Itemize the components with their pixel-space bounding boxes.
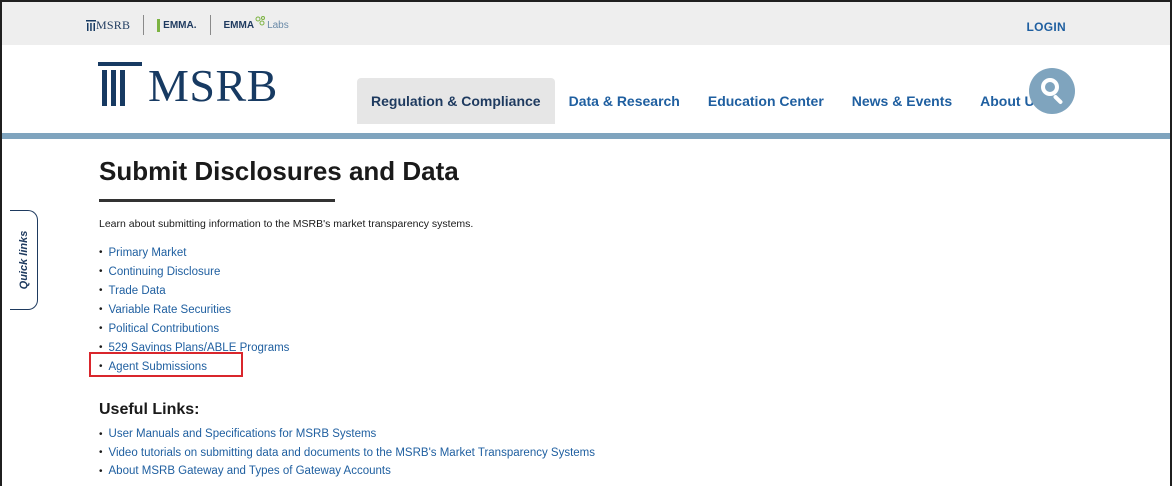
msrb-columns-icon (86, 19, 96, 31)
emma-logo[interactable]: EMMA. (157, 18, 197, 32)
list-item: • Primary Market (99, 243, 289, 262)
list-item: • Continuing Disclosure (99, 262, 289, 281)
utility-divider (209, 15, 211, 35)
bullet: • (99, 428, 103, 440)
msrb-logo-text: MSRB (148, 60, 278, 111)
list-item: • User Manuals and Specifications for MSR… (99, 425, 595, 444)
header-divider (2, 133, 1170, 139)
search-icon-handle (1052, 94, 1064, 105)
link-gateway-accounts[interactable]: About MSRB Gateway and Types of Gateway … (109, 465, 391, 477)
list-item: • Variable Rate Securities (99, 300, 289, 319)
browser-viewport: MSRB EMMA. EMMA Labs LOGIN MSRB Regulati… (0, 0, 1172, 486)
useful-links-heading: Useful Links: (99, 401, 200, 418)
nav-education-center[interactable]: Education Center (694, 78, 838, 124)
msrb-columns-logo-icon (98, 62, 142, 106)
link-video-tutorials[interactable]: Video tutorials on submitting data and d… (109, 447, 596, 459)
emma-bar-icon (157, 18, 161, 32)
bullet: • (99, 304, 103, 315)
intro-text: Learn about submitting information to th… (99, 218, 474, 230)
list-item: • Trade Data (99, 281, 289, 300)
link-user-manuals[interactable]: User Manuals and Specifications for MSRB… (109, 428, 377, 440)
list-item: • About MSRB Gateway and Types of Gateway… (99, 462, 595, 481)
quick-links-label: Quick links (17, 230, 30, 290)
login-link[interactable]: LOGIN (1027, 20, 1067, 34)
quick-links-tab[interactable]: Quick links (10, 210, 38, 310)
title-underline (99, 199, 335, 202)
main-nav: Regulation & Compliance Data & Research … (357, 78, 1056, 124)
emma-labs-logo-text: EMMA (223, 19, 255, 31)
nav-news-events[interactable]: News & Events (838, 78, 966, 124)
site-header: MSRB Regulation & Compliance Data & Rese… (2, 45, 1170, 133)
utility-divider (143, 15, 145, 35)
emma-labs-logo[interactable]: EMMA Labs (223, 16, 289, 31)
search-icon (1041, 78, 1059, 96)
bullet: • (99, 323, 103, 334)
nav-data-research[interactable]: Data & Research (555, 78, 694, 124)
utility-logos: MSRB EMMA. EMMA Labs (86, 15, 289, 35)
bullet: • (99, 247, 103, 258)
emma-logo-text: EMMA. (163, 19, 197, 31)
msrb-logo[interactable]: MSRB (98, 60, 278, 111)
link-political-contributions[interactable]: Political Contributions (109, 323, 220, 335)
msrb-small-logo-text: MSRB (96, 17, 131, 32)
nav-regulation-compliance[interactable]: Regulation & Compliance (357, 78, 555, 124)
msrb-small-logo[interactable]: MSRB (86, 18, 130, 33)
bullet: • (99, 285, 103, 296)
bullet: • (99, 465, 103, 477)
useful-links: • User Manuals and Specifications for MSR… (99, 425, 595, 481)
emma-labs-logo-sub: Labs (267, 19, 289, 31)
list-item: • Video tutorials on submitting data and … (99, 444, 595, 463)
link-variable-rate-securities[interactable]: Variable Rate Securities (109, 304, 232, 316)
bullet: • (99, 266, 103, 277)
page-title: Submit Disclosures and Data (99, 156, 459, 186)
link-primary-market[interactable]: Primary Market (109, 247, 187, 259)
labs-flask-icon (255, 16, 266, 26)
utility-bar: MSRB EMMA. EMMA Labs LOGIN (2, 2, 1170, 45)
link-trade-data[interactable]: Trade Data (109, 285, 166, 297)
link-continuing-disclosure[interactable]: Continuing Disclosure (109, 266, 221, 278)
search-button[interactable] (1029, 68, 1075, 114)
bullet: • (99, 447, 103, 459)
highlight-annotation-box (89, 352, 243, 377)
list-item: • Political Contributions (99, 319, 289, 338)
